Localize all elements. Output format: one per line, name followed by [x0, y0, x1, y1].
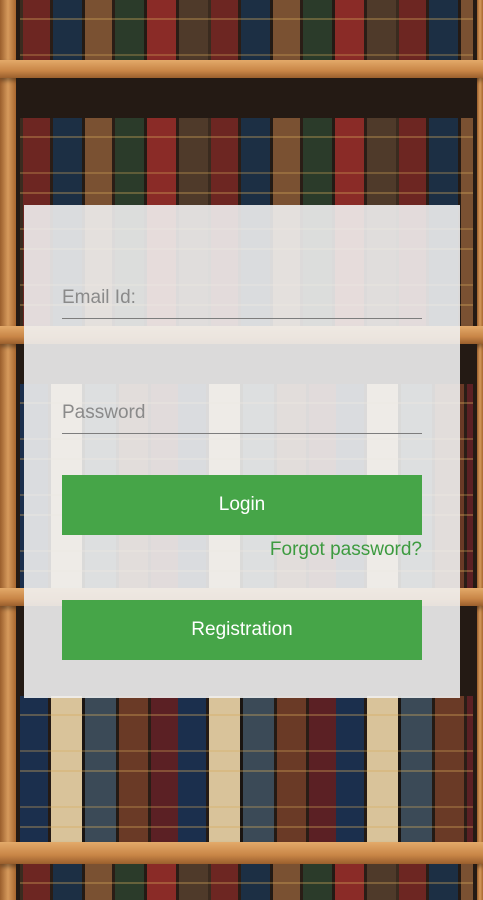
shelf-side-post: [0, 0, 16, 900]
login-card: Login Forgot password? Registration: [24, 205, 460, 698]
shelf-side-post: [477, 0, 483, 900]
registration-button[interactable]: Registration: [62, 600, 422, 660]
shelf-plank: [0, 60, 483, 78]
forgot-password-link[interactable]: Forgot password?: [270, 539, 422, 561]
shelf-row: [16, 864, 477, 900]
book-spines: [20, 864, 473, 900]
book-spines: [20, 0, 473, 60]
shelf-row: [16, 0, 477, 60]
shelf-plank: [0, 842, 483, 864]
login-button[interactable]: Login: [62, 475, 422, 535]
email-field[interactable]: [62, 283, 422, 319]
password-field[interactable]: [62, 398, 422, 434]
book-spines: [20, 696, 473, 846]
